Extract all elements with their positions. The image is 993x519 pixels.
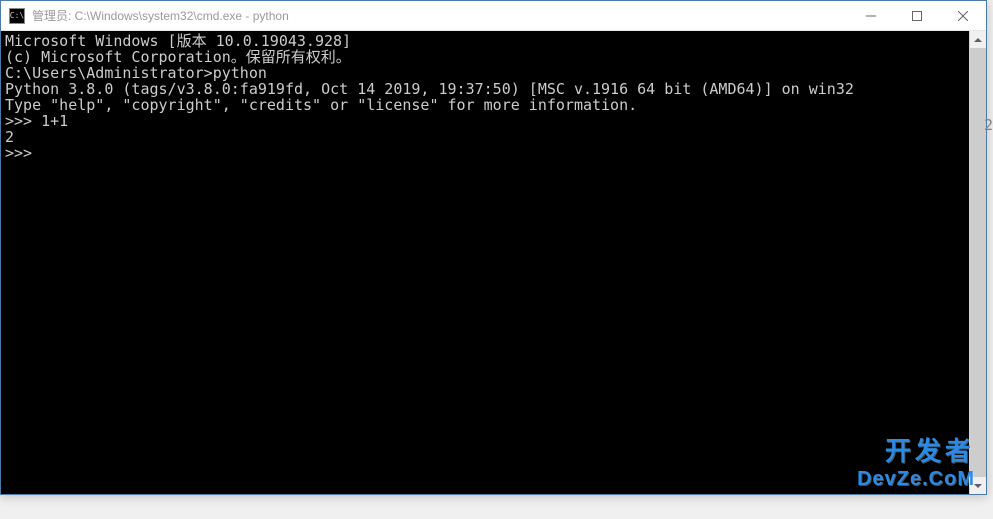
edge-character: 2 (984, 116, 993, 134)
window-title: 管理员: C:\Windows\system32\cmd.exe - pytho… (30, 7, 848, 24)
scroll-up-button[interactable] (970, 31, 986, 48)
console-line: >>> 1+1 (5, 113, 965, 129)
maximize-button[interactable] (894, 1, 940, 31)
console-line: C:\Users\Administrator>python (5, 65, 965, 81)
titlebar[interactable]: C:\ 管理员: C:\Windows\system32\cmd.exe - p… (1, 1, 986, 31)
console-line: 2 (5, 129, 965, 145)
minimize-icon (866, 11, 876, 21)
console-line: (c) Microsoft Corporation。保留所有权利。 (5, 49, 965, 65)
window-icon: C:\ (9, 8, 25, 24)
console-area: Microsoft Windows [版本 10.0.19043.928](c)… (1, 31, 986, 494)
scroll-thumb[interactable] (970, 48, 986, 477)
console-line: Type "help", "copyright", "credits" or "… (5, 97, 965, 113)
console-line: >>> (5, 145, 965, 161)
close-icon (958, 11, 968, 21)
vertical-scrollbar[interactable] (969, 31, 986, 494)
chevron-up-icon (974, 38, 982, 42)
close-button[interactable] (940, 1, 986, 31)
console-line: Microsoft Windows [版本 10.0.19043.928] (5, 33, 965, 49)
console-line: Python 3.8.0 (tags/v3.8.0:fa919fd, Oct 1… (5, 81, 965, 97)
maximize-icon (912, 11, 922, 21)
minimize-button[interactable] (848, 1, 894, 31)
scroll-track[interactable] (970, 48, 986, 477)
console-output[interactable]: Microsoft Windows [版本 10.0.19043.928](c)… (1, 31, 969, 494)
chevron-down-icon (974, 484, 982, 488)
scroll-down-button[interactable] (970, 477, 986, 494)
cmd-window: C:\ 管理员: C:\Windows\system32\cmd.exe - p… (0, 0, 987, 495)
window-controls (848, 1, 986, 30)
